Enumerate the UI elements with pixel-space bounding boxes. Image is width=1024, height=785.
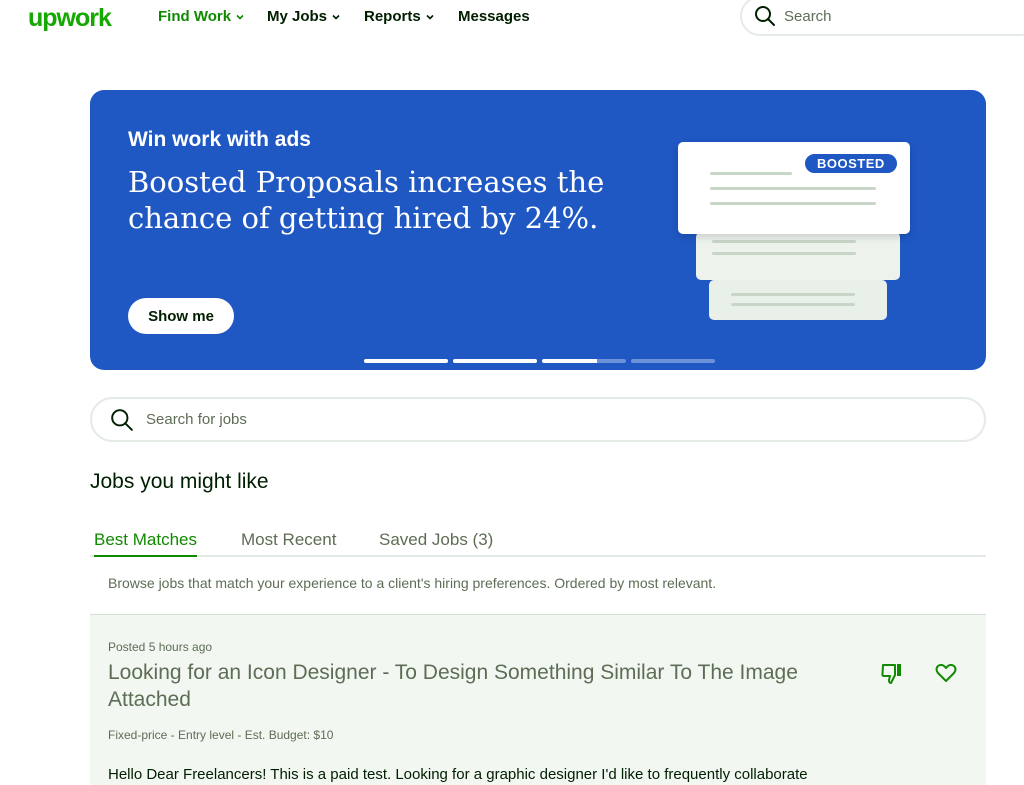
nav-my-jobs[interactable]: My Jobs xyxy=(267,8,341,25)
tab-description: Browse jobs that match your experience t… xyxy=(108,575,717,591)
heart-icon xyxy=(935,663,957,682)
banner-headline: Boosted Proposals increases the chance o… xyxy=(128,165,605,235)
upwork-logo[interactable]: upwork xyxy=(28,4,112,33)
job-search-placeholder: Search for jobs xyxy=(146,411,247,428)
top-search-input[interactable]: Search xyxy=(740,0,1024,36)
tab-most-recent[interactable]: Most Recent xyxy=(241,530,336,555)
carousel-dot[interactable] xyxy=(542,359,626,363)
save-job-button[interactable] xyxy=(932,659,960,687)
tab-best-matches[interactable]: Best Matches xyxy=(94,530,197,557)
job-tabs: Best Matches Most Recent Saved Jobs (3) xyxy=(90,528,986,557)
dislike-button[interactable] xyxy=(878,659,906,687)
carousel-dot[interactable] xyxy=(631,359,715,363)
boosted-badge: BOOSTED xyxy=(803,152,899,175)
nav-my-jobs-label: My Jobs xyxy=(267,8,328,25)
top-navigation: upwork Find Work My Jobs Reports Message… xyxy=(0,0,1024,36)
job-meta: Fixed-price - Entry level - Est. Budget:… xyxy=(108,728,334,742)
nav-reports-label: Reports xyxy=(364,8,421,25)
search-icon xyxy=(111,408,133,431)
carousel-dot[interactable] xyxy=(364,359,448,363)
nav-messages-label: Messages xyxy=(458,8,530,25)
tab-saved-jobs[interactable]: Saved Jobs (3) xyxy=(379,530,493,555)
carousel-indicators xyxy=(364,359,715,363)
chevron-down-icon xyxy=(426,14,434,20)
section-title: Jobs you might like xyxy=(90,470,269,493)
job-card[interactable]: Posted 5 hours ago Looking for an Icon D… xyxy=(90,614,986,785)
thumbs-down-icon xyxy=(881,664,901,684)
job-description: Hello Dear Freelancers! This is a paid t… xyxy=(108,766,808,783)
banner-eyebrow: Win work with ads xyxy=(128,128,311,151)
nav-find-work[interactable]: Find Work xyxy=(158,8,245,25)
top-search-placeholder: Search xyxy=(784,7,832,25)
job-search-input[interactable]: Search for jobs xyxy=(90,397,986,442)
show-me-button[interactable]: Show me xyxy=(128,298,234,334)
nav-reports[interactable]: Reports xyxy=(364,8,435,25)
nav-find-work-label: Find Work xyxy=(158,8,232,25)
search-icon xyxy=(755,6,775,26)
job-title[interactable]: Looking for an Icon Designer - To Design… xyxy=(108,659,808,713)
proposal-card-middle xyxy=(696,232,900,280)
promo-banner: Win work with ads Boosted Proposals incr… xyxy=(90,90,986,370)
carousel-dot[interactable] xyxy=(453,359,537,363)
chevron-down-icon xyxy=(236,14,244,20)
job-posted-time: Posted 5 hours ago xyxy=(108,640,213,654)
nav-messages[interactable]: Messages xyxy=(458,8,530,25)
proposal-card-back xyxy=(709,280,887,320)
chevron-down-icon xyxy=(332,14,340,20)
